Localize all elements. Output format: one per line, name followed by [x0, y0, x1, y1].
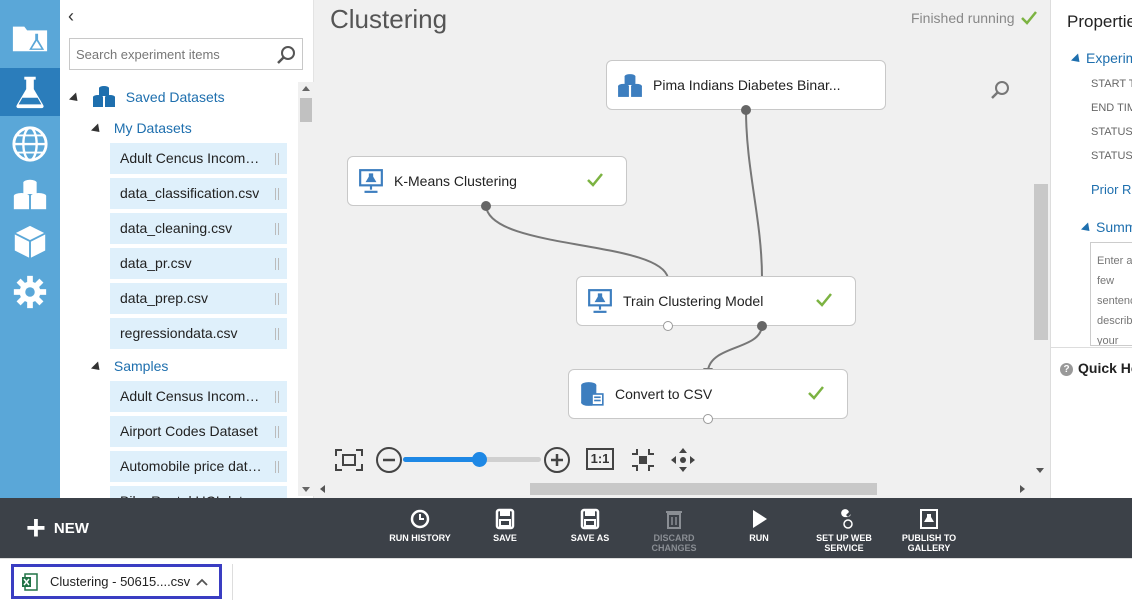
- new-button[interactable]: + NEW: [26, 509, 89, 547]
- output-port[interactable]: [663, 321, 673, 331]
- field-label: STATUS CODE: [1091, 126, 1132, 138]
- zoom-slider-fill: [403, 457, 479, 462]
- output-port[interactable]: [703, 414, 713, 424]
- module-icon: [359, 169, 383, 193]
- module-kmeans-clustering[interactable]: K-Means Clustering: [347, 156, 627, 206]
- field-label: END TIME: [1091, 102, 1132, 114]
- module-label: Train Clustering Model: [623, 293, 764, 309]
- summary-textarea[interactable]: Enter a few sentences describing your ex…: [1090, 242, 1132, 346]
- output-port[interactable]: [481, 201, 491, 211]
- module-pima-dataset[interactable]: Pima Indians Diabetes Binar...: [606, 60, 886, 110]
- properties-title: Properties: [1067, 12, 1132, 31]
- new-label: NEW: [53, 519, 89, 537]
- help-icon: ?: [1060, 363, 1073, 376]
- module-icon: [588, 289, 612, 313]
- publish-to-gallery-button[interactable]: PUBLISH TO GALLERY: [889, 508, 969, 553]
- command-label: RUN: [749, 533, 769, 543]
- section-summary[interactable]: Summary: [1080, 219, 1132, 235]
- command-label: SET UP WEB: [816, 533, 872, 543]
- save-icon: [495, 508, 515, 530]
- zoom-out-icon[interactable]: [375, 446, 403, 474]
- command-label: RUN HISTORY: [389, 533, 451, 543]
- section-label: Summary: [1096, 219, 1132, 235]
- output-port[interactable]: [757, 321, 767, 331]
- module-train-clustering-model[interactable]: Train Clustering Model: [576, 276, 856, 326]
- fit-to-screen-icon[interactable]: [334, 448, 364, 472]
- check-icon: [808, 386, 824, 400]
- command-label: SAVE: [493, 533, 517, 543]
- prior-runs-link[interactable]: Prior Run: [1091, 182, 1132, 197]
- auto-layout-icon[interactable]: [630, 447, 656, 473]
- run-history-button[interactable]: RUN HISTORY: [380, 508, 460, 543]
- check-icon: [587, 173, 603, 187]
- field-label: STATUS DETAILS: [1091, 150, 1132, 162]
- plus-icon: +: [26, 509, 46, 547]
- section-experiment-properties[interactable]: Experiment: [1070, 50, 1132, 66]
- command-label: DISCARD CHANGES: [651, 533, 697, 553]
- check-icon: [816, 293, 832, 307]
- divider: [232, 564, 233, 600]
- expand-triangle-icon: [1070, 53, 1084, 66]
- module-convert-to-csv[interactable]: Convert to CSV: [568, 369, 848, 419]
- download-item[interactable]: Clustering - 50615....csv: [11, 564, 222, 599]
- set-up-web-service-button[interactable]: SET UP WEB SERVICE: [804, 508, 884, 553]
- scroll-left-icon[interactable]: [320, 485, 325, 493]
- dataset-module-icon: [618, 74, 642, 97]
- expand-triangle-icon: [1080, 222, 1094, 235]
- wrench-globe-icon: [837, 509, 853, 529]
- field-label: START TIME: [1091, 78, 1132, 90]
- command-label: PUBLISH TO: [901, 533, 957, 543]
- chevron-up-icon[interactable]: [195, 575, 209, 589]
- save-as-button[interactable]: SAVE AS: [550, 508, 630, 543]
- canvas-vertical-scrollbar[interactable]: [1034, 184, 1048, 340]
- discard-changes-button[interactable]: DISCARD CHANGES: [634, 508, 714, 553]
- command-label: GALLERY: [907, 543, 951, 553]
- quick-help-header[interactable]: ? Quick Help: [1060, 360, 1132, 376]
- trash-icon: [666, 511, 682, 529]
- play-icon: [753, 510, 767, 528]
- quick-help-label: Quick Help: [1078, 360, 1132, 376]
- publish-icon: [920, 509, 938, 529]
- scroll-right-icon[interactable]: [1020, 485, 1025, 493]
- module-label: Convert to CSV: [615, 386, 713, 402]
- save-as-icon: [580, 508, 600, 530]
- excel-file-icon: [22, 572, 38, 591]
- command-label: SAVE AS: [570, 533, 610, 543]
- divider: [1050, 347, 1132, 348]
- module-label: K-Means Clustering: [394, 173, 517, 189]
- history-icon: [410, 509, 430, 529]
- section-label: Experiment: [1086, 50, 1132, 66]
- zoom-slider-handle[interactable]: [471, 452, 487, 467]
- convert-module-icon: [581, 382, 604, 406]
- canvas-horizontal-scrollbar[interactable]: [530, 483, 877, 495]
- save-button[interactable]: SAVE: [465, 508, 545, 543]
- module-label: Pima Indians Diabetes Binar...: [653, 77, 841, 93]
- download-filename: Clustering - 50615....csv: [50, 574, 191, 589]
- run-button[interactable]: RUN: [719, 508, 799, 543]
- connection-wires: [485, 109, 767, 375]
- output-port[interactable]: [741, 105, 751, 115]
- pan-icon[interactable]: [670, 447, 696, 473]
- command-label: SERVICE: [824, 543, 864, 553]
- zoom-in-icon[interactable]: [543, 446, 571, 474]
- scroll-down-icon[interactable]: [1036, 468, 1044, 473]
- actual-size-button[interactable]: 1:1: [586, 448, 614, 470]
